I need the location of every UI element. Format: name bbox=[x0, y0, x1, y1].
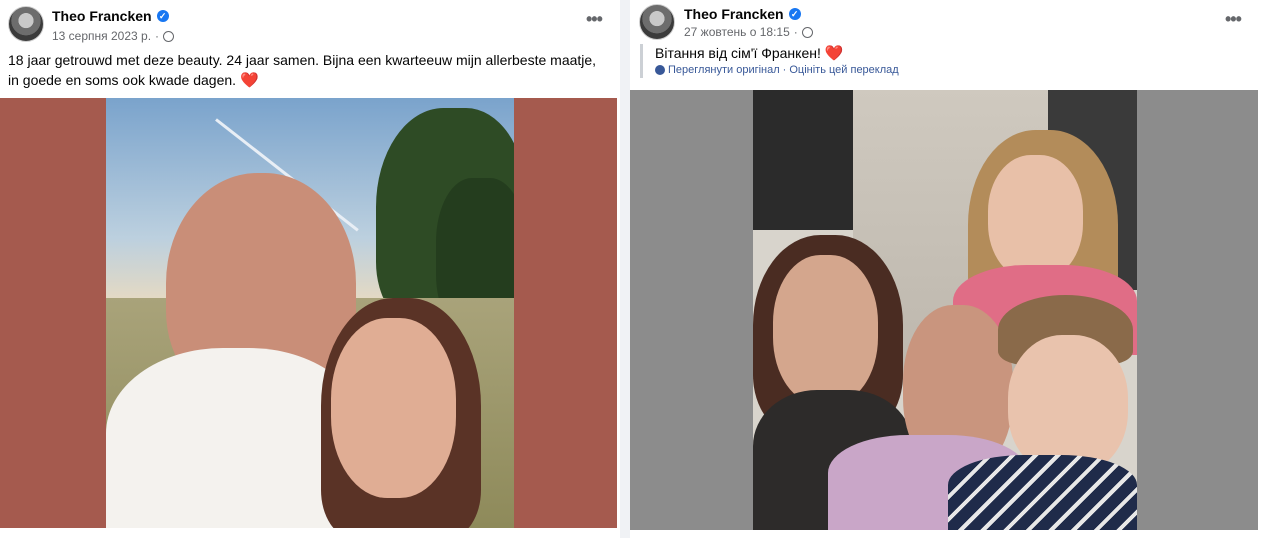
post-photo-frame[interactable] bbox=[0, 98, 617, 528]
caption-row: Вітання від сім'ї Франкен! ❤️ bbox=[655, 44, 899, 63]
post-photo[interactable] bbox=[106, 98, 514, 528]
author-avatar[interactable] bbox=[8, 6, 44, 42]
caption-text: Вітання від сім'ї Франкен! bbox=[655, 45, 821, 61]
post-card-2: Theo Francken ✓ 27 жовтень о 18:15 · •••… bbox=[630, 0, 1262, 538]
translated-caption: Вітання від сім'ї Франкен! ❤️ Переглянут… bbox=[640, 44, 899, 78]
rate-translation-link[interactable]: Оцініть цей переклад bbox=[789, 63, 898, 77]
globe-icon bbox=[163, 30, 175, 42]
post-date[interactable]: 27 жовтень о 18:15 bbox=[684, 25, 790, 39]
post-photo[interactable] bbox=[753, 90, 1137, 530]
heart-emoji-icon: ❤️ bbox=[239, 72, 259, 89]
feed-gap bbox=[620, 0, 630, 538]
author-avatar[interactable] bbox=[639, 4, 675, 40]
author-name-row: Theo Francken ✓ bbox=[684, 6, 801, 22]
more-options-icon[interactable]: ••• bbox=[1225, 10, 1242, 28]
author-name[interactable]: Theo Francken bbox=[684, 6, 784, 22]
meta-separator: · bbox=[793, 25, 798, 39]
globe-icon bbox=[801, 26, 813, 38]
links-separator: · bbox=[782, 64, 787, 76]
verified-badge-icon: ✓ bbox=[788, 8, 801, 20]
more-options-icon[interactable]: ••• bbox=[586, 10, 603, 28]
translation-links: Переглянути оригінал · Оцініть цей перек… bbox=[655, 63, 899, 77]
author-name[interactable]: Theo Francken bbox=[52, 8, 152, 24]
post-meta: 13 серпня 2023 р. · bbox=[52, 29, 175, 43]
see-original-link[interactable]: Переглянути оригінал bbox=[668, 63, 780, 77]
author-name-row: Theo Francken ✓ bbox=[52, 8, 169, 24]
post-date[interactable]: 13 серпня 2023 р. bbox=[52, 29, 151, 43]
caption-text: 18 jaar getrouwd met deze beauty. 24 jaa… bbox=[8, 52, 597, 88]
verified-badge-icon: ✓ bbox=[156, 10, 169, 22]
post-caption: 18 jaar getrouwd met deze beauty. 24 jaa… bbox=[8, 50, 598, 91]
post-meta: 27 жовтень о 18:15 · bbox=[684, 25, 813, 39]
post-photo-frame[interactable] bbox=[630, 90, 1258, 530]
post-card-1: Theo Francken ✓ 13 серпня 2023 р. · ••• … bbox=[0, 0, 620, 538]
gear-icon bbox=[655, 65, 665, 75]
heart-emoji-icon: ❤️ bbox=[824, 45, 844, 62]
meta-separator: · bbox=[155, 29, 160, 43]
